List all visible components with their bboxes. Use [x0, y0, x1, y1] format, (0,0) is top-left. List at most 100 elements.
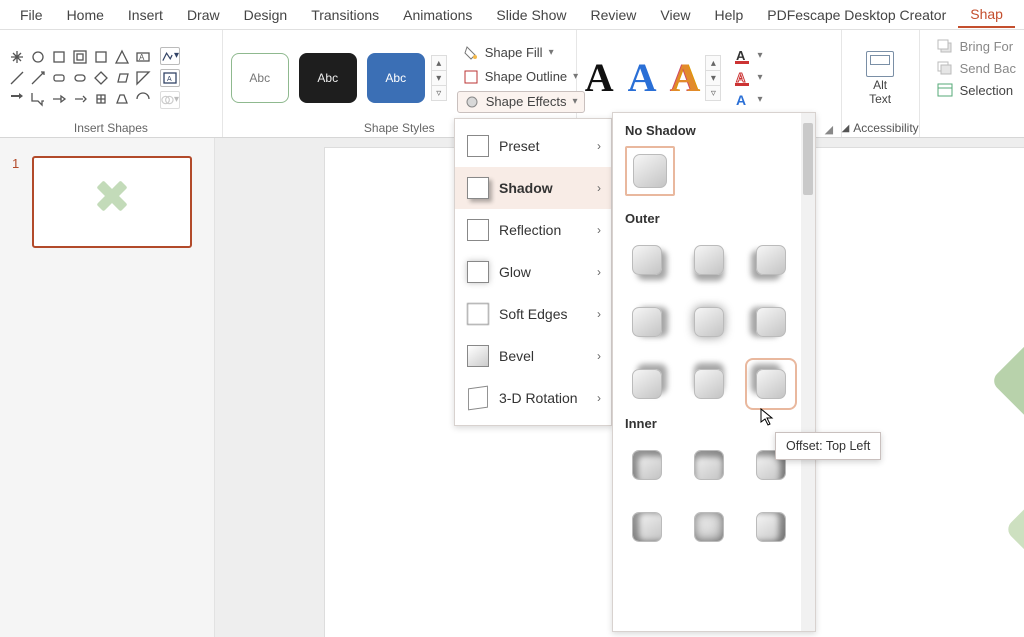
mouse-cursor-icon	[760, 408, 776, 431]
thumbnail-shape-icon	[87, 171, 137, 233]
shadow-outer-offset-bottom[interactable]	[687, 238, 731, 282]
effects-soft-edges[interactable]: Soft Edges›	[455, 293, 611, 335]
menu-file[interactable]: File	[8, 3, 55, 27]
effects-shadow[interactable]: Shadow›	[455, 167, 611, 209]
chevron-right-icon: ›	[597, 223, 601, 237]
text-fill-button[interactable]: A▾	[733, 47, 762, 65]
chevron-right-icon: ›	[597, 181, 601, 195]
svg-text:A: A	[167, 76, 172, 83]
chevron-right-icon: ›	[597, 139, 601, 153]
shadow-outer-offset-left[interactable]	[749, 300, 793, 344]
shape-gallery[interactable]: A	[8, 48, 152, 108]
shadow-section-outer: Outer	[625, 211, 803, 226]
menu-pdfescape[interactable]: PDFescape Desktop Creator	[755, 3, 958, 27]
shadow-outer-offset-right[interactable]	[625, 300, 669, 344]
slide-thumbnail-1[interactable]	[32, 156, 192, 248]
shadow-outer-offset-bottom-left[interactable]	[749, 238, 793, 282]
shadow-inner-top[interactable]	[687, 443, 731, 487]
group-accessibility: Alt Text ◢ Accessibility	[842, 30, 920, 137]
effects-bevel[interactable]: Bevel›	[455, 335, 611, 377]
merge-shapes-button[interactable]: ▾	[160, 91, 180, 109]
text-effects-button[interactable]: A▾	[733, 91, 762, 109]
shape-style-gallery[interactable]: Abc Abc Abc	[231, 53, 425, 103]
shadow-inner-left[interactable]	[625, 505, 669, 549]
edit-shape-button[interactable]: ▾	[160, 47, 180, 65]
shadow-inner-center[interactable]	[687, 505, 731, 549]
wordart-style-1[interactable]: A	[585, 54, 614, 101]
svg-text:A: A	[736, 92, 746, 108]
shape-outline-button[interactable]: Shape Outline ▾	[457, 67, 585, 87]
svg-text:A: A	[736, 48, 746, 63]
shadow-inner-top-left[interactable]	[625, 443, 669, 487]
shape-effects-button[interactable]: Shape Effects ▾	[457, 91, 585, 113]
shape-outline-label: Shape Outline	[485, 69, 567, 84]
effects-reflection[interactable]: Reflection›	[455, 209, 611, 251]
effects-glow[interactable]: Glow›	[455, 251, 611, 293]
dialog-launcher-icon[interactable]: ◢	[825, 123, 837, 135]
effects-preset[interactable]: Preset›	[455, 125, 611, 167]
bring-forward-button[interactable]: Bring For	[936, 38, 1016, 54]
chevron-right-icon: ›	[597, 391, 601, 405]
group-insert-shapes: A ▾ A ▾ Insert Sha	[0, 30, 223, 137]
shadow-outer-offset-center[interactable]	[687, 300, 731, 344]
alt-text-button[interactable]: Alt Text	[858, 51, 902, 105]
selected-shape[interactable]	[925, 238, 1024, 637]
effects-3d-rotation[interactable]: 3-D Rotation›	[455, 377, 611, 419]
chevron-right-icon: ›	[597, 307, 601, 321]
alt-text-label: Alt Text	[869, 79, 891, 105]
menu-help[interactable]: Help	[702, 3, 755, 27]
shadow-section-none: No Shadow	[625, 123, 803, 138]
text-box-button[interactable]: A	[160, 69, 180, 87]
chevron-right-icon: ›	[597, 265, 601, 279]
menu-design[interactable]: Design	[232, 3, 300, 27]
shape-gallery-side: ▾ A ▾	[160, 47, 180, 109]
menu-animations[interactable]: Animations	[391, 3, 484, 27]
slide-thumbnail-panel: 1	[0, 138, 215, 637]
style-swatch-1[interactable]: Abc	[231, 53, 289, 103]
style-swatch-2[interactable]: Abc	[299, 53, 357, 103]
shadow-gallery: No Shadow Outer Inner	[612, 112, 816, 632]
menu-review[interactable]: Review	[578, 3, 648, 27]
wordart-style-2[interactable]: A	[628, 54, 657, 101]
shadow-outer-offset-bottom-right[interactable]	[625, 238, 669, 282]
menu-bar: File Home Insert Draw Design Transitions…	[0, 0, 1024, 30]
style-swatch-3[interactable]: Abc	[367, 53, 425, 103]
style-gallery-spinner[interactable]: ▴ ▾ ▿	[431, 55, 447, 100]
menu-transitions[interactable]: Transitions	[299, 3, 391, 27]
chevron-up-icon[interactable]: ▴	[431, 55, 447, 71]
shadow-outer-offset-top-left[interactable]	[749, 362, 793, 406]
wordart-gallery-spinner[interactable]: ▴ ▾ ▿	[705, 55, 721, 100]
alt-text-icon	[866, 51, 894, 77]
chevron-down-icon[interactable]: ▾	[705, 70, 721, 86]
chevron-down-icon: ▾	[549, 47, 554, 58]
shape-effects-menu: Preset› Shadow› Reflection› Glow› Soft E…	[454, 118, 612, 426]
group-arrange-partial: Bring For Send Bac Selection	[920, 30, 1024, 137]
chevron-up-icon[interactable]: ▴	[705, 55, 721, 71]
shadow-outer-offset-top[interactable]	[687, 362, 731, 406]
gallery-expand-icon[interactable]: ▿	[705, 85, 721, 101]
menu-insert[interactable]: Insert	[116, 3, 175, 27]
shadow-section-inner: Inner	[625, 416, 803, 431]
shape-fill-button[interactable]: Shape Fill ▾	[457, 43, 585, 63]
wordart-gallery[interactable]: A A A	[585, 54, 700, 101]
menu-view[interactable]: View	[648, 3, 702, 27]
text-outline-button[interactable]: A▾	[733, 69, 762, 87]
selection-pane-button[interactable]: Selection	[936, 82, 1016, 98]
menu-home[interactable]: Home	[55, 3, 116, 27]
slide-number: 1	[12, 156, 19, 171]
menu-draw[interactable]: Draw	[175, 3, 232, 27]
send-backward-button[interactable]: Send Bac	[936, 60, 1016, 76]
menu-shape-format[interactable]: Shap	[958, 2, 1015, 28]
scrollbar-thumb[interactable]	[803, 123, 813, 195]
shadow-option-none[interactable]	[625, 146, 675, 196]
shadow-outer-offset-top-right[interactable]	[625, 362, 669, 406]
shadow-inner-right[interactable]	[749, 505, 793, 549]
svg-text:A: A	[139, 53, 145, 62]
dialog-launcher-icon[interactable]: ◢	[842, 123, 850, 134]
chevron-down-icon[interactable]: ▾	[431, 70, 447, 86]
menu-slideshow[interactable]: Slide Show	[484, 3, 578, 27]
wordart-style-3[interactable]: A	[671, 54, 700, 101]
shape-fill-label: Shape Fill	[485, 45, 543, 60]
gallery-scrollbar[interactable]	[801, 113, 815, 631]
gallery-expand-icon[interactable]: ▿	[431, 85, 447, 101]
